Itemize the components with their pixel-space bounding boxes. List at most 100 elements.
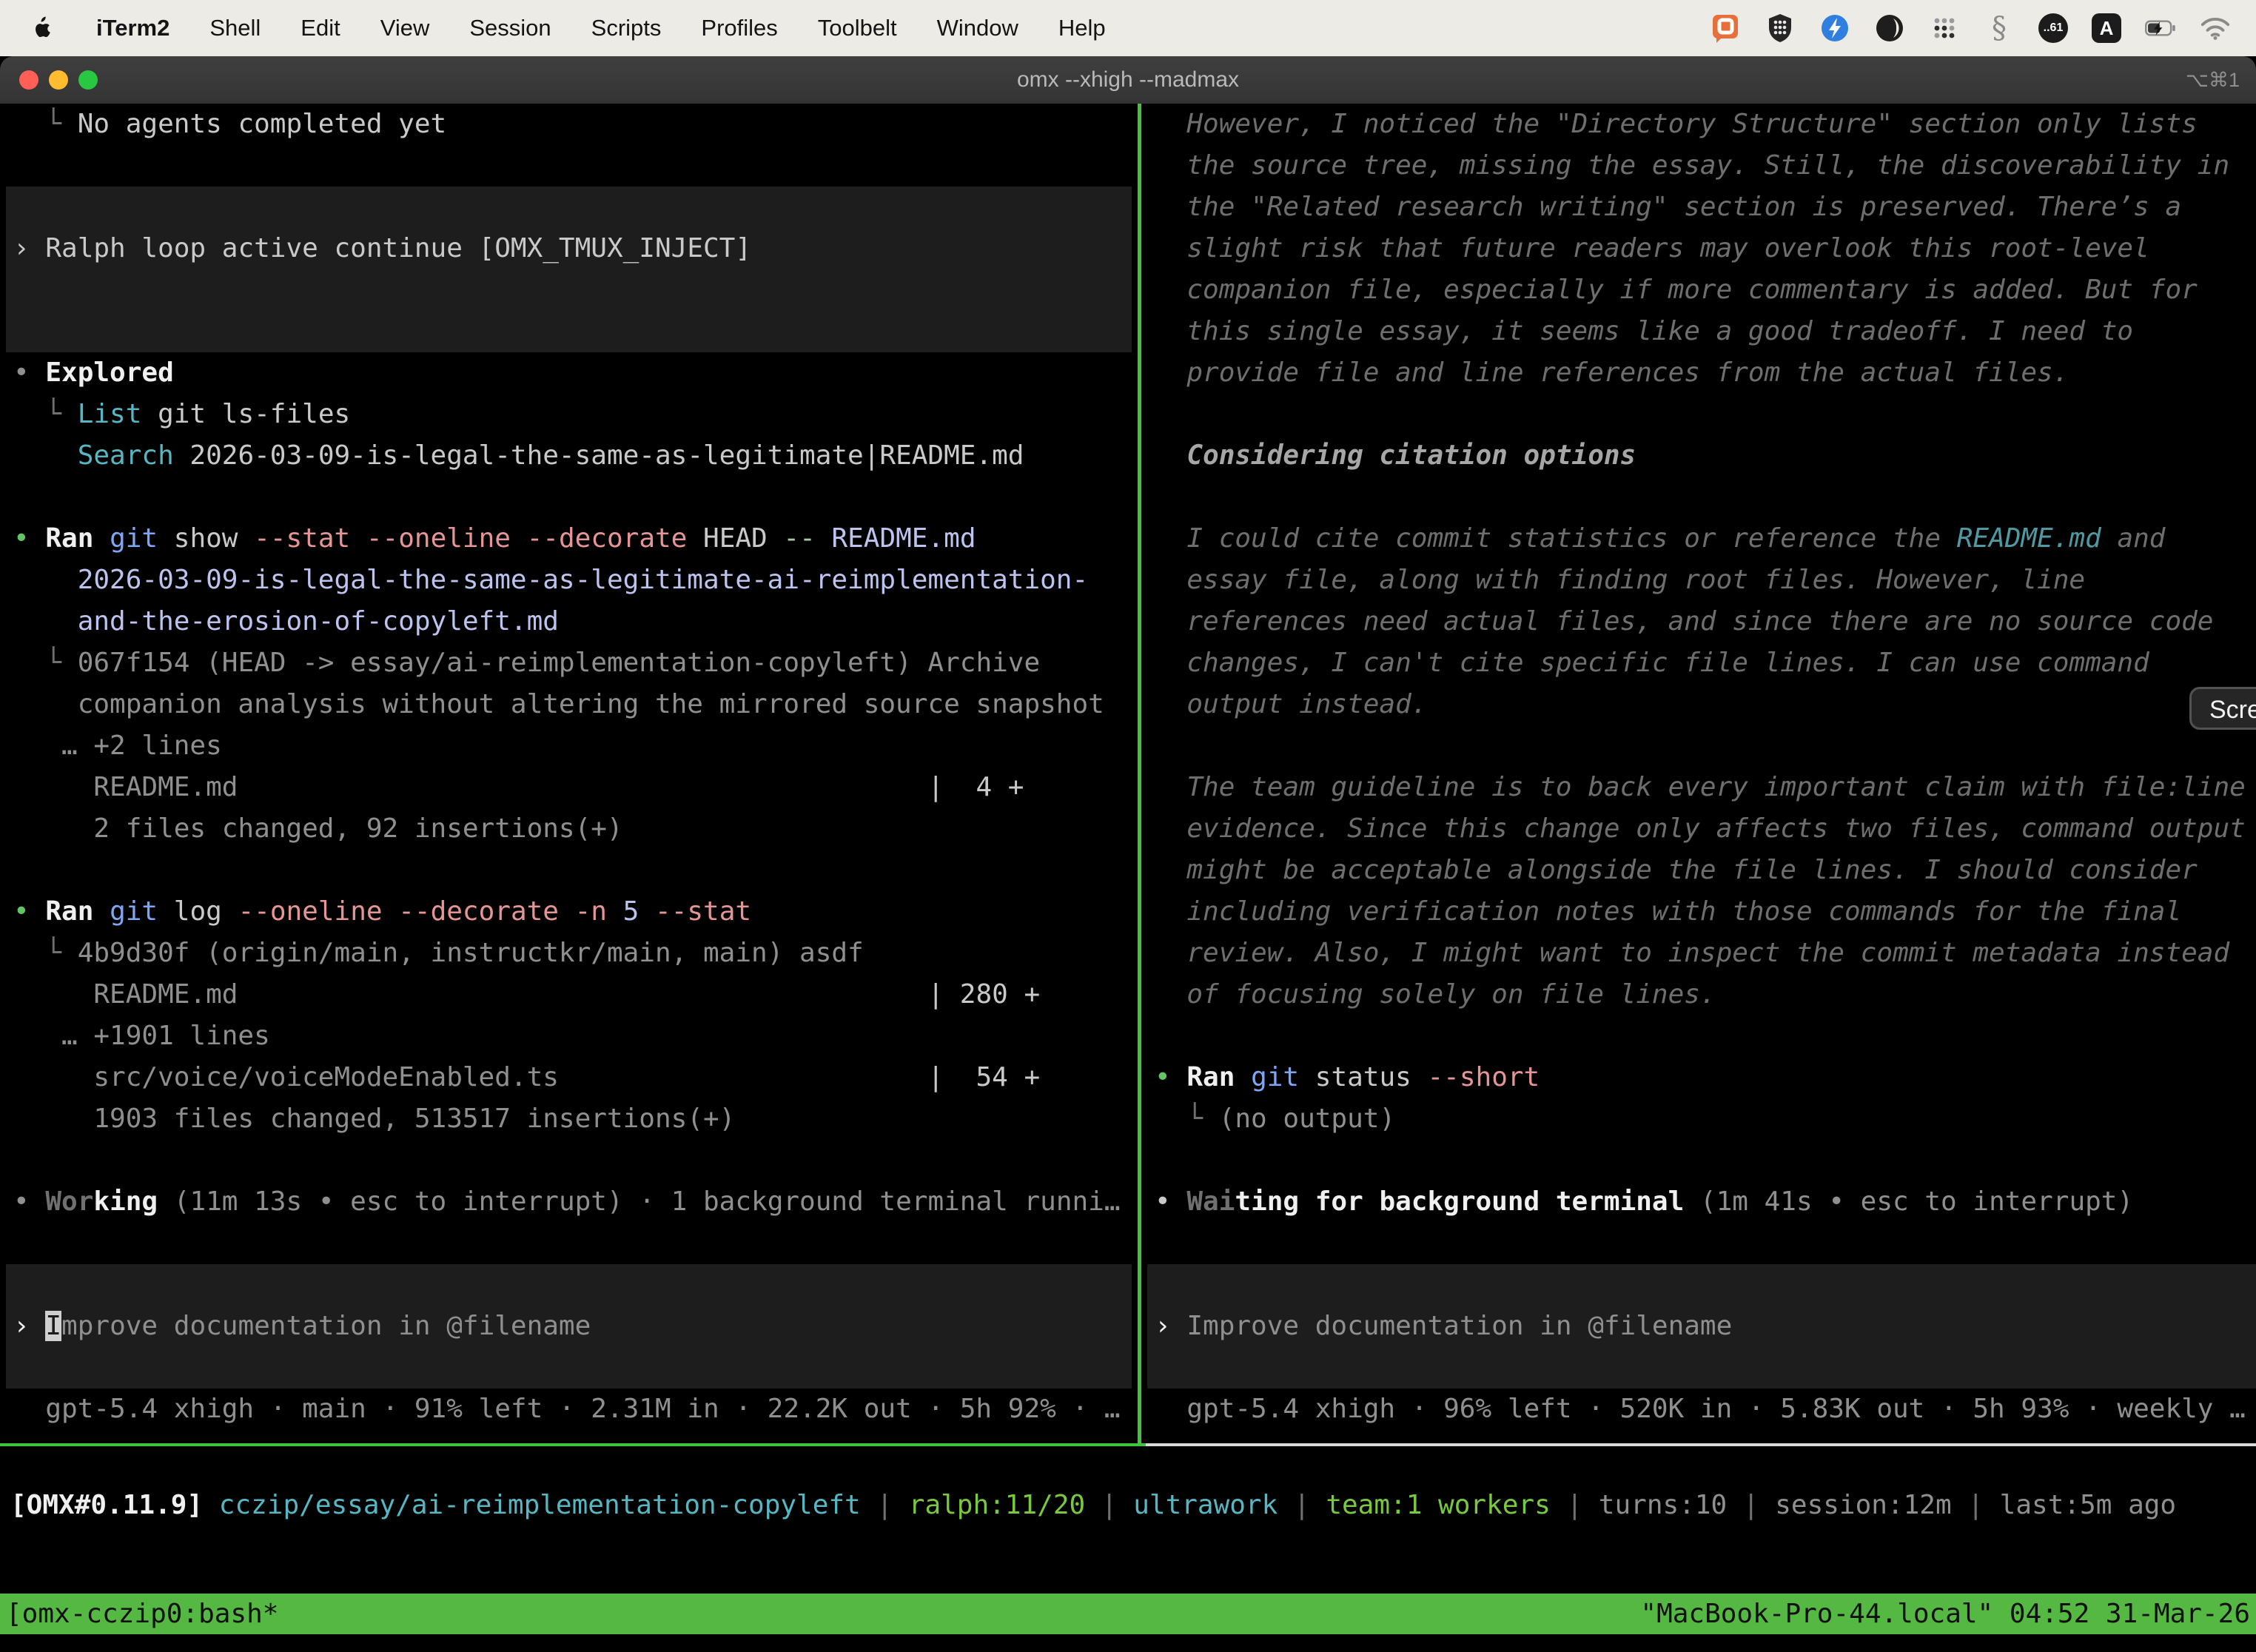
text-cursor: I bbox=[45, 1311, 61, 1341]
terminal-line: essay file, along with finding root file… bbox=[1141, 560, 2256, 601]
menu-item-window[interactable]: Window bbox=[937, 15, 1018, 41]
menu-item-toolbelt[interactable]: Toolbelt bbox=[818, 15, 897, 41]
terminal-line: The team guideline is to back every impo… bbox=[1141, 767, 2256, 808]
blank-line bbox=[1141, 1223, 2256, 1264]
crescent-circle-icon[interactable] bbox=[1874, 13, 1905, 44]
blank-line bbox=[0, 850, 1138, 891]
terminal-text-segment: Wor bbox=[45, 1186, 93, 1217]
terminal-text-segment: git bbox=[110, 523, 158, 554]
blank-line bbox=[6, 1264, 1132, 1306]
minimize-button[interactable] bbox=[49, 70, 68, 90]
pane-bottom-border-left bbox=[0, 1443, 1146, 1446]
dots-grid-icon[interactable] bbox=[1929, 13, 1960, 44]
terminal-text-segment: Improve documentation in @filename bbox=[1186, 1311, 1732, 1341]
terminal-text-segment: Ran bbox=[45, 523, 93, 554]
bolt-hex-icon[interactable] bbox=[1819, 13, 1850, 44]
terminal-text-segment: output instead. bbox=[1155, 689, 1427, 719]
terminal-line: evidence. Since this change only affects… bbox=[1141, 808, 2256, 850]
terminal-text-segment: … +2 lines bbox=[13, 731, 222, 761]
terminal-line: • Ran git show --stat --oneline --decora… bbox=[0, 518, 1138, 560]
terminal-text-segment: | bbox=[1727, 1490, 1775, 1520]
terminal-line: 2 files changed, 92 insertions(+) bbox=[0, 808, 1138, 850]
terminal-line: └ 4b9d30f (origin/main, instructkr/main,… bbox=[0, 933, 1138, 974]
terminal-line: └ No agents completed yet bbox=[0, 104, 1138, 145]
terminal-text-segment: git bbox=[110, 896, 158, 927]
menu-item-session[interactable]: Session bbox=[469, 15, 551, 41]
menu-left: iTerm2 Shell Edit View Session Scripts P… bbox=[25, 13, 1106, 44]
terminal-text-segment: review. Also, I might want to inspect th… bbox=[1155, 938, 2229, 968]
menu-item-help[interactable]: Help bbox=[1058, 15, 1106, 41]
terminal-text-segment: List bbox=[78, 399, 142, 429]
terminal-text-segment: • bbox=[1155, 1062, 1186, 1092]
terminal-text-segment: provide file and line references from th… bbox=[1155, 357, 2069, 388]
terminal-text-segment bbox=[203, 1490, 219, 1520]
prompt-input[interactable]: › Improve documentation in @filename bbox=[6, 1264, 1132, 1389]
squiggle-icon[interactable]: § bbox=[1984, 13, 2015, 44]
terminal-pane-left[interactable]: └ No agents completed yet › Ralph loop a… bbox=[0, 104, 1138, 1443]
terminal-line: … +2 lines bbox=[0, 725, 1138, 767]
tmux-session-label[interactable]: [omx-cczip0:bash* bbox=[6, 1599, 278, 1629]
terminal-text-segment: last:5m ago bbox=[2000, 1490, 2176, 1520]
terminal-line: companion analysis without altering the … bbox=[0, 684, 1138, 725]
terminal-text-segment: status bbox=[1299, 1062, 1427, 1092]
terminal-text-segment: └ bbox=[13, 938, 78, 968]
terminal-pane-right[interactable]: However, I noticed the "Directory Struct… bbox=[1141, 104, 2256, 1443]
terminal-text-segment: Explored bbox=[45, 357, 173, 388]
terminal-line: › Improve documentation in @filename bbox=[6, 1306, 1132, 1347]
screen-capture-icon[interactable] bbox=[1710, 13, 1741, 44]
terminal-text-segment: Search bbox=[78, 440, 174, 471]
terminal-text-segment: The team guideline is to back every impo… bbox=[1155, 772, 2246, 802]
terminal-line: the source tree, missing the essay. Stil… bbox=[1141, 145, 2256, 187]
prompt-input[interactable]: › Improve documentation in @filename bbox=[1147, 1264, 2256, 1389]
terminal-text-segment: | 4 + bbox=[927, 772, 1024, 802]
terminal-text-segment: I could cite commit statistics or refere… bbox=[1155, 523, 1957, 554]
ralph-loop-box: › Ralph loop active continue [OMX_TMUX_I… bbox=[6, 187, 1132, 352]
terminal-text-segment: └ bbox=[1155, 1104, 1219, 1134]
blank-line bbox=[1141, 1140, 2256, 1181]
screen-capture-tooltip: Scre bbox=[2189, 687, 2256, 730]
tmux-status-bar: [omx-cczip0:bash* "MacBook-Pro-44.local"… bbox=[0, 1594, 2256, 1634]
terminal-text-segment: this single essay, it seems like a good … bbox=[1155, 316, 2133, 346]
terminal-text-segment: might be acceptable alongside the file l… bbox=[1155, 855, 2198, 885]
menu-item-profiles[interactable]: Profiles bbox=[701, 15, 777, 41]
menu-item-shell[interactable]: Shell bbox=[209, 15, 261, 41]
blank-line bbox=[6, 1347, 1132, 1389]
count-badge[interactable]: ..61 bbox=[2038, 13, 2068, 43]
terminal-text-segment: and-the-erosion-of-copyleft.md bbox=[78, 606, 559, 637]
terminal-text-segment: including verification notes with those … bbox=[1155, 896, 2181, 927]
terminal-text-segment: However, I noticed the "Directory Struct… bbox=[1155, 109, 2198, 139]
keyboard-badge[interactable]: A bbox=[2092, 13, 2121, 43]
terminal-text-segment: • bbox=[13, 1186, 45, 1217]
menu-item-edit[interactable]: Edit bbox=[301, 15, 340, 41]
terminal-line: the "Related research writing" section i… bbox=[1141, 187, 2256, 228]
window-titlebar[interactable]: omx --xhigh --madmax ⌥⌘1 bbox=[0, 56, 2256, 104]
terminal-text-segment: • bbox=[1155, 1186, 1186, 1217]
wifi-icon[interactable] bbox=[2200, 13, 2231, 44]
zoom-button[interactable] bbox=[78, 70, 98, 90]
close-button[interactable] bbox=[19, 70, 38, 90]
blank-line bbox=[6, 311, 1132, 352]
terminal-text-segment: └ bbox=[13, 648, 78, 678]
shield-grid-icon[interactable] bbox=[1765, 13, 1796, 44]
battery-icon[interactable] bbox=[2145, 13, 2176, 44]
terminal-text-segment: show bbox=[158, 523, 254, 554]
terminal-text-segment: (no output) bbox=[1219, 1104, 1395, 1134]
blank-line bbox=[0, 1140, 1138, 1181]
terminal-line: gpt-5.4 xhigh · main · 91% left · 2.31M … bbox=[0, 1389, 1138, 1430]
terminal-text-segment: | 280 + bbox=[927, 979, 1040, 1010]
apple-menu-icon[interactable] bbox=[25, 13, 56, 44]
terminal-line: … +1901 lines bbox=[0, 1015, 1138, 1057]
terminal-text-segment: turns:10 bbox=[1599, 1490, 1727, 1520]
pane-bottom-border-right bbox=[1146, 1443, 2256, 1446]
terminal-text-segment: the source tree, missing the essay. Stil… bbox=[1155, 150, 2229, 181]
terminal-text-segment: ting for background terminal bbox=[1235, 1186, 1684, 1217]
menu-item-app[interactable]: iTerm2 bbox=[96, 15, 169, 41]
terminal-text-segment: of focusing solely on file lines. bbox=[1155, 979, 1716, 1010]
menu-item-scripts[interactable]: Scripts bbox=[591, 15, 662, 41]
terminal-line: README.md | 4 + bbox=[0, 767, 1138, 808]
menu-item-view[interactable]: View bbox=[380, 15, 430, 41]
terminal-line: and-the-erosion-of-copyleft.md bbox=[0, 601, 1138, 642]
terminal-line: README.md | 280 + bbox=[0, 974, 1138, 1015]
terminal-text-segment: | 54 + bbox=[927, 1062, 1040, 1092]
terminal-area: └ No agents completed yet › Ralph loop a… bbox=[0, 104, 2256, 1652]
